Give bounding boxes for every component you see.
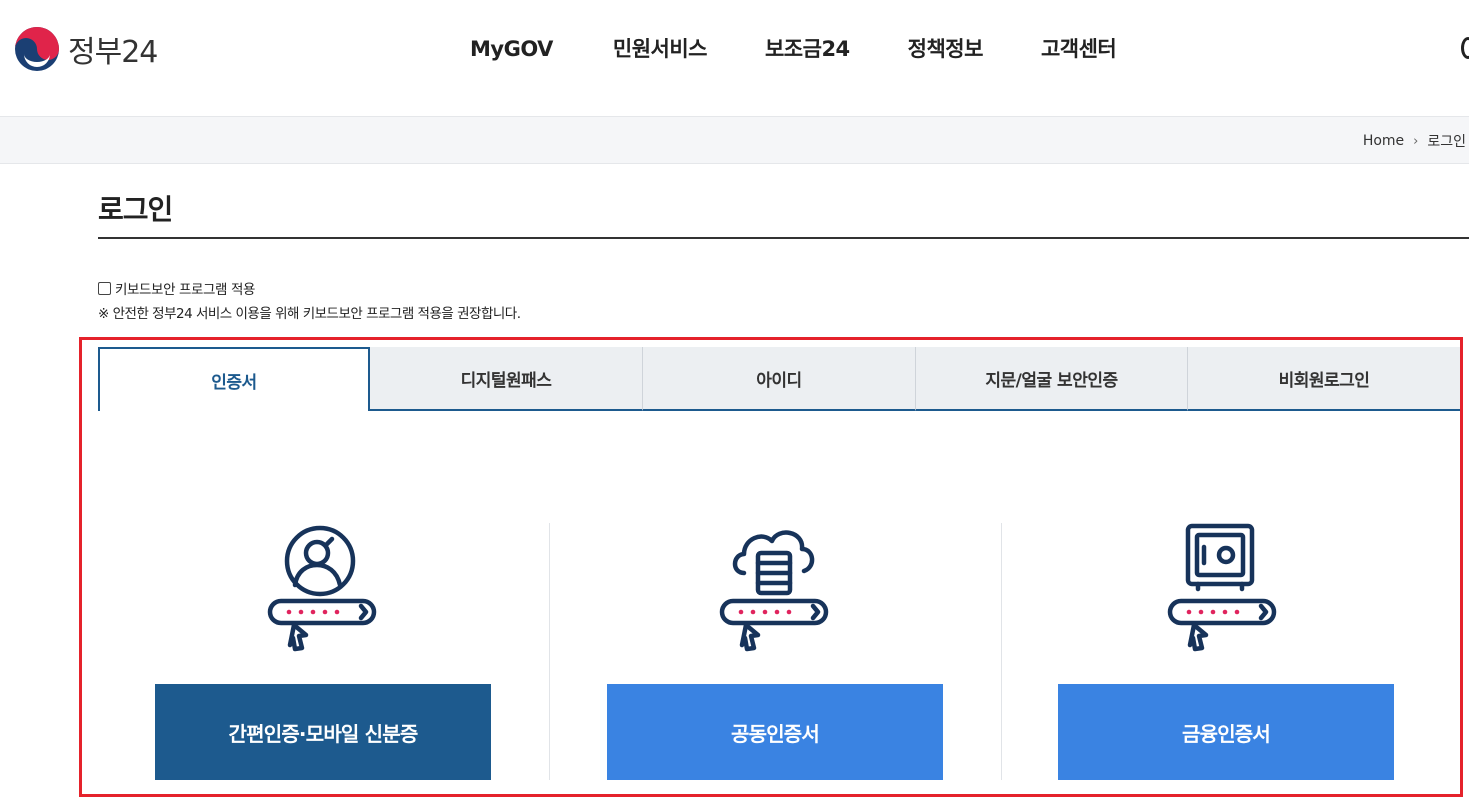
keyboard-security-option[interactable]: 키보드보안 프로그램 적용 [98,278,255,298]
gov24-logo[interactable]: 정부24 [14,26,158,72]
person-login-icon [262,523,382,653]
search-icon[interactable] [1461,37,1469,59]
site-header: 정부24 MyGOV 민원서비스 보조금24 정책정보 고객센터 [0,0,1469,116]
breadcrumb-home[interactable]: Home [1363,133,1404,149]
keyboard-security-label: 키보드보안 프로그램 적용 [115,282,256,298]
login-method-tabs: 인증서 디지털원패스 아이디 지문/얼굴 보안인증 비회원로그인 [98,347,1460,411]
safe-login-icon [1162,523,1282,653]
logo-text: 정부24 [68,35,158,70]
chevron-right-icon: › [1413,133,1419,149]
tab-biometric[interactable]: 지문/얼굴 보안인증 [916,347,1188,411]
breadcrumb-current: 로그인 [1427,134,1466,150]
page-title: 로그인 [98,193,173,226]
cloud-server-login-icon [714,523,834,653]
keyboard-security-checkbox[interactable] [98,281,111,295]
nav-civil-service[interactable]: 민원서비스 [613,34,708,64]
nav-subsidy24[interactable]: 보조금24 [765,34,850,64]
tab-non-member[interactable]: 비회원로그인 [1188,347,1460,411]
column-divider [1001,523,1002,780]
title-divider [98,237,1469,239]
breadcrumb: Home › 로그인 [1363,131,1466,151]
nav-mygov[interactable]: MyGOV [470,34,553,64]
tab-certificate[interactable]: 인증서 [98,347,370,411]
breadcrumb-bar: Home › 로그인 [0,116,1469,164]
main-nav: MyGOV 민원서비스 보조금24 정책정보 고객센터 [470,34,1174,64]
nav-policy-info[interactable]: 정책정보 [908,34,984,64]
keyboard-security-notice: ※ 안전한 정부24 서비스 이용을 위해 키보드보안 프로그램 적용을 권장합… [98,306,521,322]
nav-customer-center[interactable]: 고객센터 [1041,34,1117,64]
joint-certificate-button[interactable]: 공동인증서 [607,684,943,780]
tab-digital-onepass[interactable]: 디지털원패스 [370,347,643,411]
tab-id[interactable]: 아이디 [643,347,916,411]
column-divider [549,523,550,780]
financial-certificate-button[interactable]: 금융인증서 [1058,684,1394,780]
taegeuk-logo-icon [15,27,59,71]
simple-auth-mobile-id-button[interactable]: 간편인증·모바일 신분증 [155,684,491,780]
